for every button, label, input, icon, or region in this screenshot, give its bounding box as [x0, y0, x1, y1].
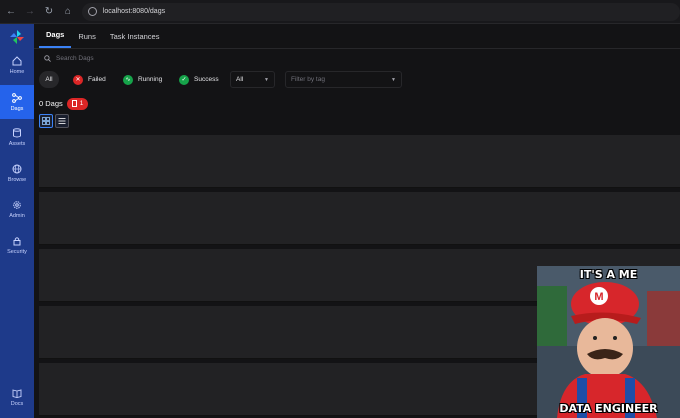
home-icon[interactable]: ⌂ [60, 4, 76, 20]
book-icon [12, 388, 22, 398]
filter-bar: All ✕ Failed ∿ Running ✓ Success All ▼ F… [39, 71, 679, 88]
sidebar-item-assets[interactable]: Assets [0, 120, 34, 154]
database-icon [13, 127, 21, 137]
search-placeholder: Search Dags [56, 55, 94, 62]
dags-icon [12, 92, 22, 103]
file-error-icon [71, 100, 77, 107]
filter-success-label: Success [194, 76, 219, 83]
meme-overlay-image: M IT'S A ME DATA ENGINEER [537, 266, 680, 418]
gear-icon [13, 200, 21, 209]
filter-failed-label: Failed [88, 76, 106, 83]
url-text: localhost:8080/dags [102, 8, 166, 15]
globe-icon [12, 164, 22, 173]
filter-running-button[interactable]: ∿ Running [117, 71, 168, 88]
sidebar-item-dags[interactable]: Dags [0, 85, 34, 119]
sidebar-item-admin[interactable]: Admin [0, 192, 34, 226]
check-icon: ✓ [179, 74, 189, 85]
x-icon: ✕ [73, 74, 83, 85]
view-toggle [39, 114, 71, 128]
forward-icon[interactable]: → [22, 4, 38, 20]
sidebar-item-label: Docs [10, 400, 24, 407]
mario-meme-picture: M [537, 266, 680, 418]
search-input[interactable]: Search Dags [39, 51, 677, 66]
skeleton-card [39, 192, 680, 245]
import-error-count: 1 [79, 100, 84, 107]
home-icon [12, 55, 22, 65]
tab-task-instances[interactable]: Task Instances [103, 32, 167, 48]
address-bar[interactable]: localhost:8080/dags [81, 2, 680, 21]
sidebar-item-label: Assets [8, 140, 26, 147]
browser-toolbar: ← → ↻ ⌂ localhost:8080/dags [0, 0, 680, 24]
filter-running-label: Running [138, 76, 163, 83]
sidebar-item-label: Browse [7, 176, 27, 183]
sidebar-item-label: Admin [9, 212, 25, 219]
sidebar-item-security[interactable]: Security [0, 228, 34, 262]
running-icon: ∿ [123, 74, 133, 85]
search-icon [44, 55, 51, 62]
list-icon [58, 118, 66, 124]
pinwheel-icon [10, 30, 24, 44]
grid-icon [42, 117, 50, 125]
chevron-down-icon: ▼ [264, 76, 269, 83]
table-view-button[interactable] [55, 114, 69, 128]
info-icon[interactable] [87, 7, 97, 16]
lock-icon [13, 236, 21, 245]
filter-success-button[interactable]: ✓ Success [173, 71, 225, 88]
sidebar: Home Dags Assets Browse Admin Security D… [0, 24, 34, 418]
reload-icon[interactable]: ↻ [41, 4, 57, 20]
back-icon[interactable]: ← [3, 4, 19, 20]
tag-filter-select[interactable]: Filter by tag ▼ [285, 71, 402, 88]
sidebar-item-docs[interactable]: Docs [0, 380, 34, 414]
sidebar-item-browse[interactable]: Browse [0, 156, 34, 190]
tab-bar: Dags Runs Task Instances [34, 24, 680, 49]
tag-filter-placeholder: Filter by tag [291, 76, 325, 83]
state-select-value: All [236, 76, 244, 83]
sidebar-item-label: Home [9, 68, 25, 75]
sidebar-item-label: Dags [10, 105, 24, 112]
import-error-badge[interactable]: 1 [66, 97, 89, 110]
airflow-logo[interactable] [0, 24, 34, 50]
meme-top-text: IT'S A ME [579, 268, 638, 281]
state-select[interactable]: All ▼ [230, 71, 275, 88]
tab-runs[interactable]: Runs [71, 32, 103, 48]
card-view-button[interactable] [39, 114, 53, 128]
meme-bottom-text: DATA ENGINEER [559, 402, 658, 415]
tab-dags[interactable]: Dags [39, 30, 72, 48]
dag-count: 0 Dags [39, 99, 63, 108]
sidebar-item-label: Security [7, 248, 27, 255]
svg-text:M: M [594, 291, 603, 303]
skeleton-card [39, 135, 680, 188]
filter-all-button[interactable]: All [39, 71, 59, 88]
chevron-down-icon: ▼ [391, 76, 396, 83]
dag-count-row: 0 Dags 1 [39, 97, 89, 110]
filter-failed-button[interactable]: ✕ Failed [67, 71, 112, 88]
sidebar-item-home[interactable]: Home [0, 48, 34, 82]
